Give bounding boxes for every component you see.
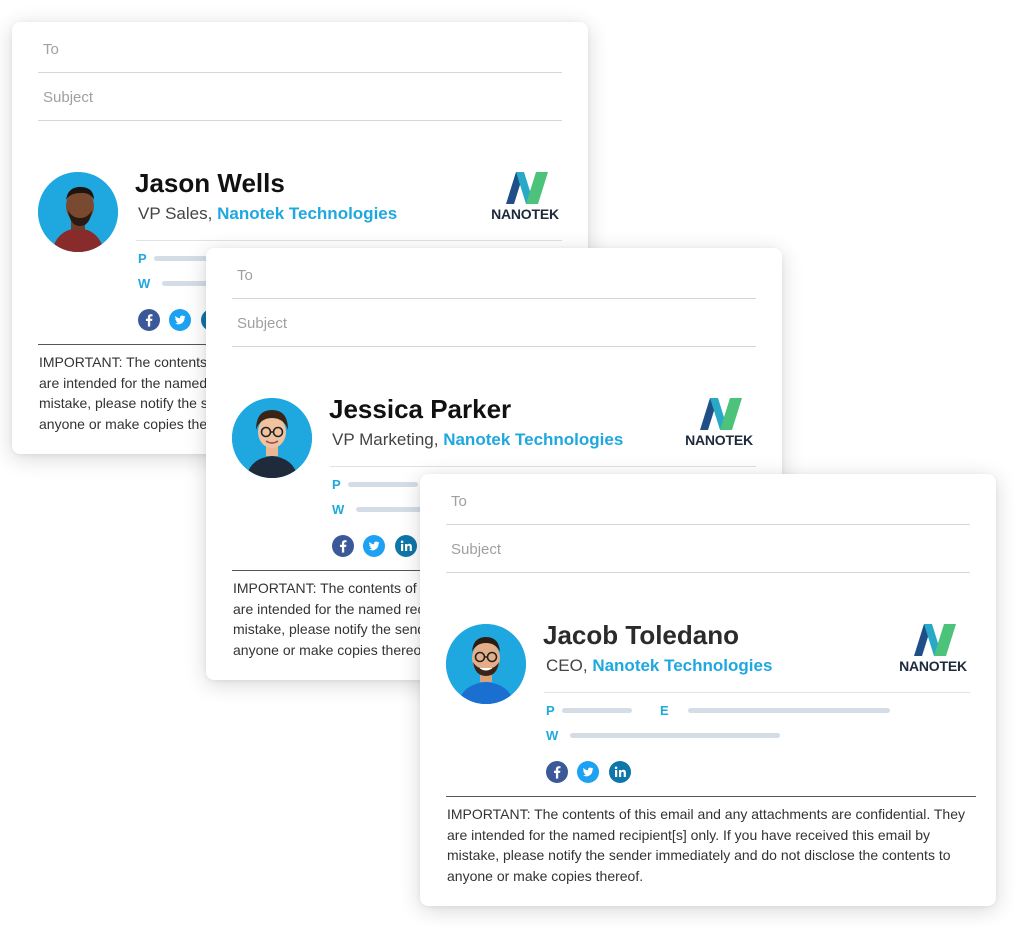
twitter-icon[interactable] xyxy=(363,535,386,557)
to-placeholder: To xyxy=(43,41,59,58)
to-field[interactable]: To xyxy=(232,250,756,299)
company-link[interactable]: Nanotek Technologies xyxy=(443,430,623,449)
subject-field[interactable]: Subject xyxy=(38,72,562,121)
logo-text: NANOTEK xyxy=(899,658,967,674)
social-links xyxy=(332,535,422,557)
nanotek-logo: NANOTEK xyxy=(488,172,562,222)
role-text: VP Marketing xyxy=(332,430,434,449)
subject-field[interactable]: Subject xyxy=(232,298,756,347)
subject-field[interactable]: Subject xyxy=(446,524,970,573)
logo-text: NANOTEK xyxy=(491,206,559,222)
job-title: VP Marketing, Nanotek Technologies xyxy=(332,430,623,450)
nanotek-logo-mark xyxy=(700,398,742,430)
facebook-icon[interactable] xyxy=(332,535,354,557)
job-title: VP Sales, Nanotek Technologies xyxy=(138,204,397,224)
phone-label: P xyxy=(546,703,555,718)
phone-label: P xyxy=(138,251,147,266)
to-placeholder: To xyxy=(237,267,253,284)
email-signature-card-jacob: To Subject Jacob Toledano CEO, Nanotek T… xyxy=(420,474,996,906)
disclaimer-divider xyxy=(446,796,976,797)
role-text: VP Sales xyxy=(138,204,208,223)
divider xyxy=(544,692,970,693)
disclaimer-text: IMPORTANT: The contents of this email an… xyxy=(447,806,965,884)
role-comma: , xyxy=(207,204,213,223)
avatar xyxy=(38,172,118,252)
twitter-icon[interactable] xyxy=(577,761,600,783)
avatar xyxy=(446,624,526,704)
email-placeholder-bar xyxy=(688,708,890,713)
phone-placeholder-bar xyxy=(562,708,632,713)
to-field[interactable]: To xyxy=(446,476,970,525)
twitter-icon[interactable] xyxy=(169,309,192,331)
facebook-icon[interactable] xyxy=(546,761,568,783)
nanotek-logo-mark xyxy=(914,624,956,656)
company-link[interactable]: Nanotek Technologies xyxy=(217,204,397,223)
person-name: Jacob Toledano xyxy=(543,620,739,650)
facebook-icon[interactable] xyxy=(138,309,160,331)
role-comma: , xyxy=(582,656,588,675)
website-label: W xyxy=(138,276,151,291)
role-comma: , xyxy=(433,430,439,449)
avatar xyxy=(232,398,312,478)
person-name: Jessica Parker xyxy=(329,394,512,424)
to-field[interactable]: To xyxy=(38,24,562,73)
company-link[interactable]: Nanotek Technologies xyxy=(592,656,772,675)
website-placeholder-bar xyxy=(570,733,780,738)
subject-placeholder: Subject xyxy=(451,541,502,558)
linkedin-icon[interactable] xyxy=(394,535,417,557)
email-label: E xyxy=(660,703,669,718)
job-title: CEO, Nanotek Technologies xyxy=(546,656,772,676)
nanotek-logo: NANOTEK xyxy=(896,624,970,674)
website-label: W xyxy=(332,502,345,517)
website-label: W xyxy=(546,728,559,743)
divider xyxy=(136,240,562,241)
phone-label: P xyxy=(332,477,341,492)
phone-placeholder-bar xyxy=(348,482,418,487)
logo-text: NANOTEK xyxy=(685,432,753,448)
nanotek-logo: NANOTEK xyxy=(682,398,756,448)
to-placeholder: To xyxy=(451,493,467,510)
person-name: Jason Wells xyxy=(135,168,285,198)
subject-placeholder: Subject xyxy=(237,315,288,332)
linkedin-icon[interactable] xyxy=(608,761,631,783)
divider xyxy=(330,466,756,467)
social-links xyxy=(546,761,636,783)
subject-placeholder: Subject xyxy=(43,89,94,106)
nanotek-logo-mark xyxy=(506,172,548,204)
phone-row: P E xyxy=(546,703,946,718)
role-text: CEO xyxy=(546,656,583,675)
